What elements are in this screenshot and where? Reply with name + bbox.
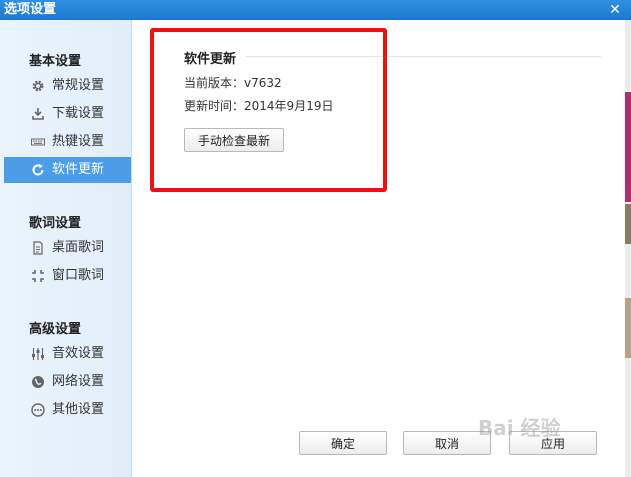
sidebar-item-label: 音效设置 — [52, 346, 105, 361]
background-window-strip — [625, 20, 631, 477]
download-icon — [32, 108, 44, 120]
section-title-basic: 基本设置 — [29, 54, 82, 69]
window-title: 选项设置 — [4, 2, 57, 17]
network-icon — [32, 376, 44, 388]
gear-icon — [32, 80, 44, 92]
sidebar-item-general[interactable]: 常规设置 — [4, 73, 131, 99]
title-bar[interactable]: 选项设置 ✕ — [0, 0, 631, 20]
sidebar-item-window-lyrics[interactable]: 窗口歌词 — [4, 263, 131, 289]
sidebar-item-label: 热键设置 — [52, 134, 105, 149]
sidebar-item-label: 软件更新 — [52, 162, 105, 177]
sidebar-item-sound-effects[interactable]: 音效设置 — [4, 341, 131, 367]
equalizer-icon — [32, 348, 44, 360]
sidebar-item-desktop-lyrics[interactable]: 桌面歌词 — [4, 235, 131, 261]
options-dialog: 选项设置 ✕ 基本设置 常规设置 下载设置 热键设置 软件更新 歌词设置 桌面歌… — [0, 0, 631, 477]
highlight-box — [150, 28, 387, 192]
sidebar-item-other[interactable]: 其他设置 — [4, 397, 131, 423]
keyboard-icon — [31, 138, 45, 146]
sidebar-item-label: 网络设置 — [52, 374, 105, 389]
sidebar-item-label: 其他设置 — [52, 402, 105, 417]
sidebar-item-network[interactable]: 网络设置 — [4, 369, 131, 395]
sidebar-item-hotkey[interactable]: 热键设置 — [4, 129, 131, 155]
sidebar: 基本设置 常规设置 下载设置 热键设置 软件更新 歌词设置 桌面歌词 窗口歌词 … — [0, 20, 132, 477]
sidebar-item-update[interactable]: 软件更新 — [4, 157, 131, 183]
more-icon — [31, 403, 45, 417]
sidebar-item-label: 常规设置 — [52, 78, 105, 93]
desktop-lyrics-icon — [33, 241, 43, 255]
watermark: Bai 经验 — [478, 416, 561, 440]
section-title-advanced: 高级设置 — [29, 322, 82, 337]
window-lyrics-icon — [32, 270, 44, 282]
refresh-icon — [32, 164, 44, 176]
sidebar-item-label: 窗口歌词 — [52, 268, 105, 283]
section-title-lyrics: 歌词设置 — [29, 216, 82, 231]
sidebar-item-label: 下载设置 — [52, 106, 105, 121]
close-icon[interactable]: ✕ — [607, 0, 623, 20]
sidebar-item-label: 桌面歌词 — [52, 240, 105, 255]
ok-button[interactable]: 确定 — [299, 431, 387, 455]
sidebar-item-download[interactable]: 下载设置 — [4, 101, 131, 127]
